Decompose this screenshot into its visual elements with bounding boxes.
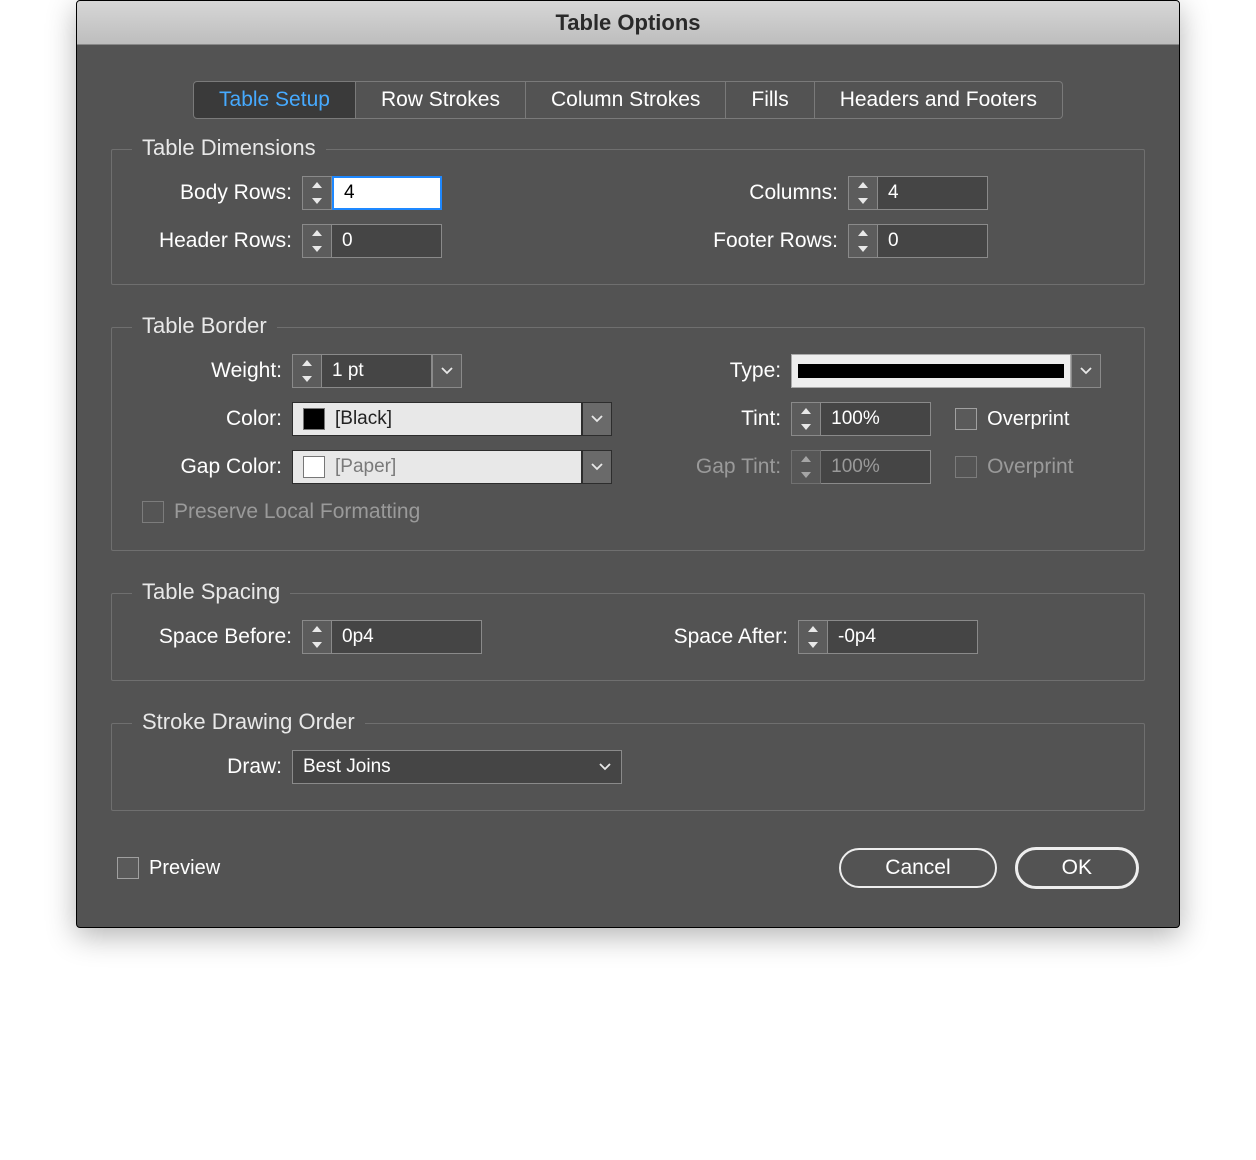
columns-label: Columns: <box>628 181 838 205</box>
header-rows-up-icon[interactable] <box>303 225 331 241</box>
tab-fills[interactable]: Fills <box>726 81 814 119</box>
space-after-up-icon[interactable] <box>799 621 827 637</box>
draw-dropdown-value: Best Joins <box>303 756 391 778</box>
overprint-checkbox[interactable] <box>955 408 977 430</box>
weight-up-icon[interactable] <box>293 355 321 371</box>
weight-label: Weight: <box>142 359 282 383</box>
gap-color-dropdown[interactable]: [Paper] <box>292 450 582 484</box>
preserve-local-formatting-label: Preserve Local Formatting <box>174 500 420 524</box>
space-before-label: Space Before: <box>142 625 292 649</box>
weight-dropdown-button[interactable] <box>432 354 462 388</box>
weight-spinner[interactable] <box>292 354 322 388</box>
space-before-spinner[interactable] <box>302 620 332 654</box>
gap-tint-down-icon <box>792 467 820 483</box>
overprint-label: Overprint <box>987 408 1069 431</box>
tab-bar: Table Setup Row Strokes Column Strokes F… <box>111 81 1145 119</box>
body-rows-label: Body Rows: <box>142 181 292 205</box>
group-table-dimensions: Table Dimensions Body Rows: <box>111 149 1145 285</box>
space-after-down-icon[interactable] <box>799 637 827 653</box>
type-dropdown-button[interactable] <box>1071 354 1101 388</box>
color-label: Color: <box>142 407 282 431</box>
tab-table-setup-label: Table Setup <box>219 88 330 111</box>
type-label: Type: <box>651 359 781 383</box>
chevron-down-icon <box>599 763 611 771</box>
columns-input[interactable] <box>878 176 988 210</box>
tab-column-strokes-label: Column Strokes <box>551 88 700 111</box>
color-dropdown-button[interactable] <box>582 402 612 436</box>
tab-table-setup[interactable]: Table Setup <box>193 81 356 119</box>
gap-tint-input <box>821 450 931 484</box>
type-dropdown[interactable] <box>791 354 1071 388</box>
ok-button[interactable]: OK <box>1015 847 1139 889</box>
gap-overprint-label: Overprint <box>987 455 1073 479</box>
group-table-spacing-title: Table Spacing <box>132 579 290 605</box>
color-dropdown-value: [Black] <box>335 408 392 430</box>
draw-label: Draw: <box>142 755 282 779</box>
footer-rows-spinner[interactable] <box>848 224 878 258</box>
tint-spinner[interactable] <box>791 402 821 436</box>
weight-down-icon[interactable] <box>293 371 321 387</box>
footer-rows-input[interactable] <box>878 224 988 258</box>
dialog-table-options: Table Options Table Setup Row Strokes Co… <box>76 0 1180 928</box>
body-rows-down-icon[interactable] <box>303 193 331 209</box>
body-rows-input[interactable] <box>332 176 442 210</box>
preserve-local-formatting-checkbox <box>142 501 164 523</box>
gap-color-label: Gap Color: <box>142 455 282 479</box>
columns-spinner[interactable] <box>848 176 878 210</box>
tint-down-icon[interactable] <box>792 419 820 435</box>
cancel-button[interactable]: Cancel <box>839 848 996 888</box>
group-stroke-drawing-order-title: Stroke Drawing Order <box>132 709 365 735</box>
group-table-border: Table Border Weight: <box>111 327 1145 551</box>
preview-label: Preview <box>149 857 220 880</box>
stroke-preview-line <box>798 364 1064 378</box>
gap-overprint-checkbox <box>955 456 977 478</box>
color-swatch <box>303 408 325 430</box>
group-table-dimensions-title: Table Dimensions <box>132 135 326 161</box>
space-before-up-icon[interactable] <box>303 621 331 637</box>
tab-fills-label: Fills <box>751 88 788 111</box>
gap-color-dropdown-value: [Paper] <box>335 456 396 478</box>
gap-tint-up-icon <box>792 451 820 467</box>
header-rows-down-icon[interactable] <box>303 241 331 257</box>
tab-row-strokes-label: Row Strokes <box>381 88 500 111</box>
gap-tint-spinner <box>791 450 821 484</box>
tab-row-strokes[interactable]: Row Strokes <box>356 81 526 119</box>
header-rows-input[interactable] <box>332 224 442 258</box>
group-table-border-title: Table Border <box>132 313 277 339</box>
tab-headers-footers[interactable]: Headers and Footers <box>815 81 1063 119</box>
header-rows-label: Header Rows: <box>142 229 292 253</box>
footer-rows-up-icon[interactable] <box>849 225 877 241</box>
tint-up-icon[interactable] <box>792 403 820 419</box>
space-after-spinner[interactable] <box>798 620 828 654</box>
body-rows-spinner[interactable] <box>302 176 332 210</box>
body-rows-up-icon[interactable] <box>303 177 331 193</box>
space-after-label: Space After: <box>628 625 788 649</box>
dialog-title: Table Options <box>77 1 1179 45</box>
columns-down-icon[interactable] <box>849 193 877 209</box>
draw-dropdown[interactable]: Best Joins <box>292 750 622 784</box>
cancel-button-label: Cancel <box>885 856 950 879</box>
footer-rows-down-icon[interactable] <box>849 241 877 257</box>
gap-color-dropdown-button[interactable] <box>582 450 612 484</box>
columns-up-icon[interactable] <box>849 177 877 193</box>
group-stroke-drawing-order: Stroke Drawing Order Draw: Best Joins <box>111 723 1145 811</box>
tint-input[interactable] <box>821 402 931 436</box>
gap-tint-label: Gap Tint: <box>651 455 781 479</box>
color-dropdown[interactable]: [Black] <box>292 402 582 436</box>
tab-headers-footers-label: Headers and Footers <box>840 88 1037 111</box>
header-rows-spinner[interactable] <box>302 224 332 258</box>
weight-input[interactable] <box>322 354 432 388</box>
group-table-spacing: Table Spacing Space Before: <box>111 593 1145 681</box>
tint-label: Tint: <box>651 407 781 431</box>
footer-rows-label: Footer Rows: <box>628 229 838 253</box>
gap-color-swatch <box>303 456 325 478</box>
space-before-input[interactable] <box>332 620 482 654</box>
preview-checkbox[interactable] <box>117 857 139 879</box>
dialog-footer: Preview Cancel OK <box>111 847 1145 897</box>
ok-button-label: OK <box>1062 856 1092 879</box>
space-before-down-icon[interactable] <box>303 637 331 653</box>
tab-column-strokes[interactable]: Column Strokes <box>526 81 726 119</box>
space-after-input[interactable] <box>828 620 978 654</box>
